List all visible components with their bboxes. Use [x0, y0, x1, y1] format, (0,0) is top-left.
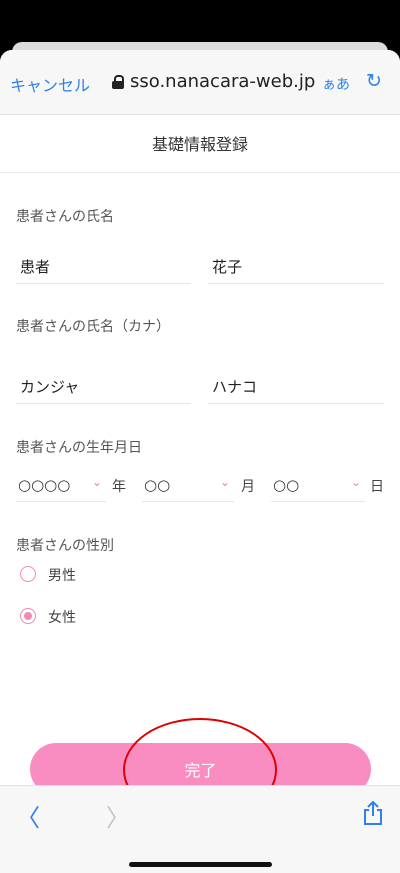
last-name-kana-input[interactable]: カンジャ: [16, 370, 191, 404]
chevron-down-icon: ⌄: [350, 475, 361, 489]
chevron-down-icon: ⌄: [91, 475, 102, 489]
reload-icon[interactable]: ↻: [366, 70, 382, 92]
birth-year-select[interactable]: ○○○○ ⌄: [16, 468, 106, 502]
page-title: 基礎情報登録: [0, 114, 400, 173]
birth-month-value: ○○: [144, 475, 171, 494]
gender-option-male[interactable]: 男性: [48, 565, 76, 585]
gender-label: 患者さんの性別: [16, 538, 114, 554]
name-label: 患者さんの氏名: [16, 209, 114, 225]
birth-day-value: ○○: [273, 475, 300, 494]
page-title-text: 基礎情報登録: [151, 135, 248, 154]
lock-icon: [112, 74, 124, 89]
cancel-button[interactable]: キャンセル: [10, 72, 90, 96]
back-arrow-icon[interactable]: 〈: [16, 798, 40, 833]
text-size-button[interactable]: ぁあ: [322, 74, 350, 94]
home-indicator: [129, 862, 272, 867]
url-display[interactable]: sso.nanacara-web.jp: [112, 71, 315, 92]
year-unit: 年: [112, 479, 126, 495]
kana-label: 患者さんの氏名（カナ）: [16, 319, 170, 335]
browser-address-bar: キャンセル sso.nanacara-web.jp ぁあ ↻: [0, 50, 400, 115]
chevron-down-icon: ⌄: [219, 475, 230, 489]
birth-year-value: ○○○○: [18, 475, 71, 494]
share-icon[interactable]: [362, 800, 384, 826]
first-name-kana-input[interactable]: ハナコ: [208, 370, 384, 404]
browser-toolbar: 〈 〉: [0, 785, 400, 873]
gender-radio-male[interactable]: [20, 566, 36, 582]
web-sheet: キャンセル sso.nanacara-web.jp ぁあ ↻ 基礎情報登録 患者…: [0, 50, 400, 873]
gender-option-female[interactable]: 女性: [48, 607, 76, 627]
url-text: sso.nanacara-web.jp: [130, 71, 316, 92]
forward-arrow-icon[interactable]: 〉: [106, 798, 130, 833]
submit-label: 完了: [184, 761, 217, 780]
first-name-input[interactable]: 花子: [208, 250, 384, 284]
birthdate-label: 患者さんの生年月日: [16, 440, 142, 456]
day-unit: 日: [370, 479, 384, 495]
birth-month-select[interactable]: ○○ ⌄: [142, 468, 234, 502]
last-name-input[interactable]: 患者: [16, 250, 191, 284]
month-unit: 月: [241, 479, 255, 495]
gender-radio-female[interactable]: [20, 608, 36, 624]
birth-day-select[interactable]: ○○ ⌄: [271, 468, 365, 502]
